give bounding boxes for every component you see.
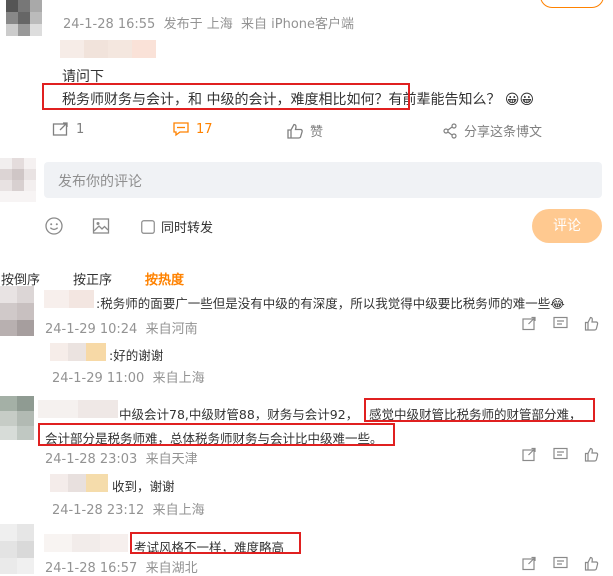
reply-text: :好的谢谢 bbox=[109, 348, 164, 363]
reply-source: 来自上海 bbox=[152, 371, 205, 386]
like-icon[interactable] bbox=[584, 556, 599, 571]
forward-icon[interactable] bbox=[522, 447, 537, 462]
post-line-2: 税务师财务与会计，和 中级的会计，难度相比如何？有前辈能告知么？ 😀😀 bbox=[62, 89, 534, 109]
commenter-avatar[interactable] bbox=[0, 286, 34, 336]
post-time[interactable]: 24-1-28 16:55 bbox=[63, 17, 155, 32]
share-icon bbox=[442, 122, 458, 139]
reply-source: 来自上海 bbox=[152, 503, 205, 518]
emoji-icon[interactable] bbox=[45, 217, 63, 235]
forward-icon[interactable] bbox=[522, 556, 537, 571]
share-label: 分享这条博文 bbox=[464, 125, 543, 140]
repost-checkbox[interactable]: 同时转发 bbox=[141, 217, 213, 236]
comment-icon[interactable] bbox=[553, 316, 568, 331]
reply-text: 收到，谢谢 bbox=[112, 479, 175, 494]
like-icon[interactable] bbox=[584, 447, 599, 462]
commenter-name-blur bbox=[44, 534, 128, 552]
reply-time: 24-1-28 23:12 bbox=[52, 503, 145, 518]
comment-emoji: 😂 bbox=[550, 296, 565, 311]
repost-label: 同时转发 bbox=[161, 221, 214, 236]
like-action[interactable]: 赞 bbox=[286, 121, 323, 140]
post-source: 来自 iPhone客户端 bbox=[241, 17, 355, 32]
submit-comment-button[interactable]: 评论 bbox=[532, 209, 602, 243]
checkbox-icon bbox=[141, 219, 155, 234]
reply-name-blur bbox=[50, 474, 108, 492]
comment-text-boxed: 考试风格不一样，难度略高 bbox=[134, 540, 285, 555]
comment-time: 24-1-29 10:24 bbox=[45, 322, 138, 337]
comment-icon[interactable] bbox=[553, 447, 568, 462]
my-avatar bbox=[0, 158, 36, 202]
tab-sort-hot[interactable]: 按热度 bbox=[145, 269, 184, 288]
comment-count: 17 bbox=[196, 121, 213, 137]
comment-time: 24-1-28 23:03 bbox=[45, 452, 138, 467]
share-action[interactable]: 分享这条博文 bbox=[442, 121, 542, 140]
comment-action[interactable]: 17 bbox=[172, 121, 213, 137]
comment-actions bbox=[522, 447, 599, 462]
forward-action[interactable]: 1 bbox=[52, 121, 84, 137]
comment-input[interactable]: 发布你的评论 bbox=[44, 162, 602, 198]
forward-icon[interactable] bbox=[522, 316, 537, 331]
post-emoji: 😀😀 bbox=[504, 92, 535, 108]
comment-actions bbox=[522, 556, 599, 571]
comment-source: 来自河南 bbox=[145, 322, 198, 337]
post-question-tail: 有前辈能告知么？ bbox=[388, 92, 501, 108]
tab-sort-forward[interactable]: 按正序 bbox=[73, 269, 112, 288]
commenter-name-blur bbox=[44, 290, 94, 308]
comment-text-boxed-1: 感觉中级财管比税务师的财管部分难， bbox=[369, 407, 582, 422]
like-icon[interactable] bbox=[584, 316, 599, 331]
like-icon bbox=[286, 123, 304, 139]
commenter-avatar[interactable] bbox=[0, 524, 34, 574]
like-label: 赞 bbox=[310, 125, 324, 140]
forward-icon bbox=[52, 121, 70, 137]
post-question: 税务师财务与会计，和 中级的会计，难度相比如何？ bbox=[62, 92, 389, 108]
author-avatar[interactable] bbox=[6, 0, 42, 36]
image-icon[interactable] bbox=[92, 217, 110, 235]
comment-icon[interactable] bbox=[553, 556, 568, 571]
comment-source: 来自天津 bbox=[145, 452, 198, 467]
comment-input-placeholder: 发布你的评论 bbox=[58, 174, 142, 190]
forward-count: 1 bbox=[76, 121, 85, 137]
reply-name-blur bbox=[50, 343, 106, 361]
comment-icon bbox=[172, 121, 190, 137]
post-location: 发布于 上海 bbox=[163, 17, 233, 32]
commenter-avatar[interactable] bbox=[0, 396, 34, 440]
post-line-1: 请问下 bbox=[62, 69, 104, 85]
commenter-name-blur bbox=[38, 400, 118, 418]
reply-time: 24-1-29 11:00 bbox=[52, 371, 145, 386]
mention-blur bbox=[60, 40, 156, 58]
follow-button[interactable] bbox=[540, 0, 604, 8]
comment-text-plain: 中级会计78,中级财管88，财务与会计92， bbox=[119, 407, 359, 422]
comment-actions bbox=[522, 316, 599, 331]
comment-text: :税务师的面要广一些但是没有中级的有深度，所以我觉得中级要比税务师的难一些😂 bbox=[96, 293, 565, 312]
comment-body: :税务师的面要广一些但是没有中级的有深度，所以我觉得中级要比税务师的难一些 bbox=[96, 296, 551, 311]
comment-text-boxed-2: 会计部分是税务师难，总体税务师财务与会计比中级难一些。 bbox=[45, 431, 383, 446]
